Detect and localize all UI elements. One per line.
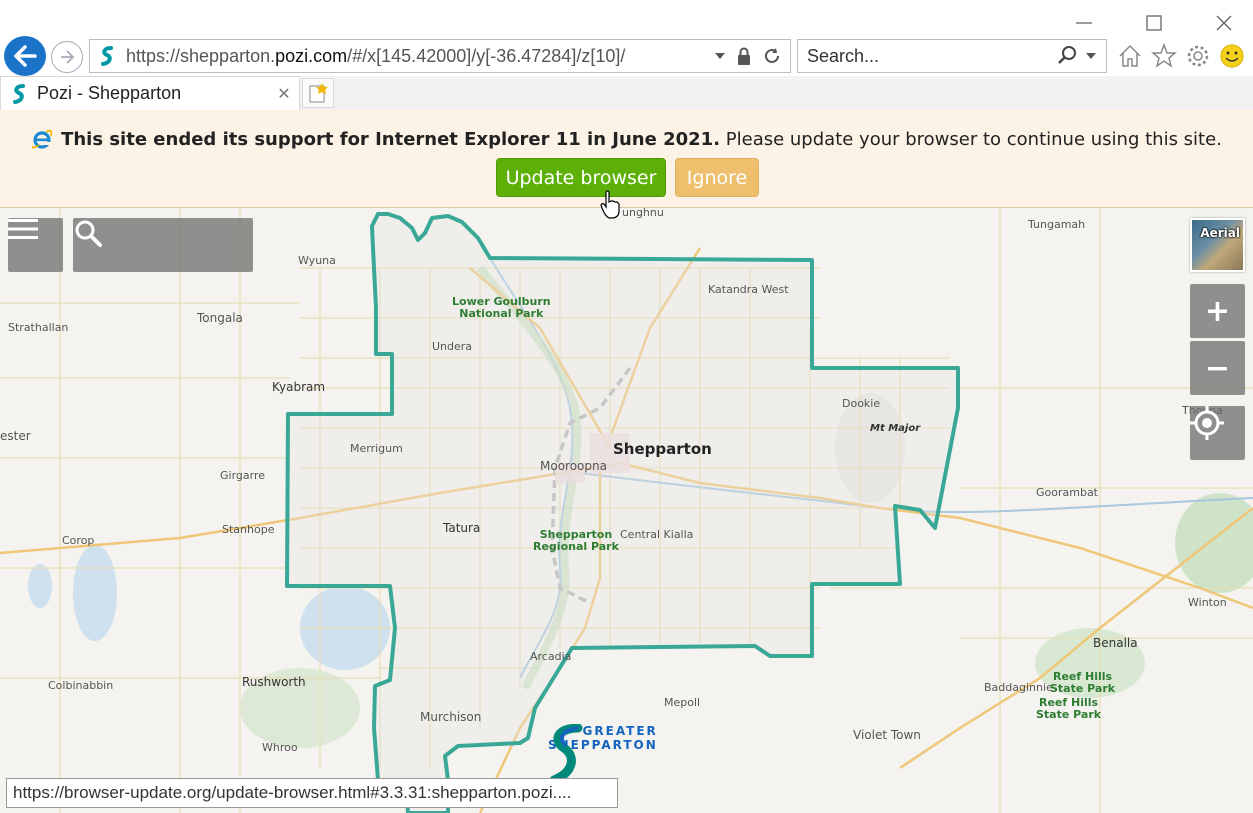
map-label-kyabram: Kyabram <box>272 380 326 394</box>
tab-close-icon[interactable]: ✕ <box>273 84 295 103</box>
close-window-icon[interactable] <box>1213 12 1235 34</box>
forest-east <box>1175 493 1253 593</box>
map-view[interactable]: Tungamah unghnu Wyuna Katandra West Lowe… <box>0 208 1253 813</box>
map-label-tongala: Tongala <box>197 311 243 325</box>
map-label-dookie: Dookie <box>842 397 881 410</box>
map-label-reef-hills-1: Reef Hills State Park <box>1050 671 1115 695</box>
zoom-in-button[interactable]: + <box>1190 284 1245 338</box>
browser-update-banner: This site ended its support for Internet… <box>0 110 1253 208</box>
map-label-undera: Undera <box>432 340 473 353</box>
hamburger-menu-icon <box>8 219 38 239</box>
map-label-shepparton-regional-park: Shepparton Regional Park <box>533 529 619 553</box>
forward-button[interactable] <box>51 41 83 73</box>
small-lake <box>28 564 52 608</box>
url-domain: pozi.com <box>275 45 348 66</box>
browser-search-box[interactable] <box>797 39 1107 73</box>
refresh-icon[interactable] <box>762 46 782 66</box>
map-label-strathallan: Strathallan <box>8 321 69 334</box>
new-tab-icon <box>309 83 328 103</box>
map-label-benalla: Benalla <box>1093 636 1138 650</box>
back-arrow-icon <box>14 45 37 67</box>
new-tab-button[interactable] <box>302 78 334 108</box>
search-input[interactable] <box>807 45 1056 67</box>
address-bar[interactable]: https://shepparton.pozi.com/#/x[145.4200… <box>89 39 791 73</box>
toolbar-icons <box>1116 40 1246 72</box>
locate-me-button[interactable] <box>1190 406 1245 460</box>
map-label-reef-hills-2: Reef Hills State Park <box>1036 697 1101 721</box>
url-dropdown-icon[interactable] <box>714 51 726 61</box>
map-label-girgarre: Girgarre <box>220 469 266 482</box>
home-icon[interactable] <box>1116 40 1144 72</box>
maximize-icon[interactable] <box>1143 12 1165 34</box>
map-label-arcadia: Arcadia <box>530 650 572 663</box>
park-name-line2: Regional Park <box>533 540 619 553</box>
banner-bold-text: This site ended its support for Internet… <box>61 128 721 150</box>
map-label-tungamah: Tungamah <box>1028 218 1086 231</box>
map-label-colbinabbin: Colbinabbin <box>48 679 114 692</box>
map-label-wyuna: Wyuna <box>298 254 336 267</box>
navigation-bar: https://shepparton.pozi.com/#/x[145.4200… <box>0 36 1253 76</box>
status-bar-link-preview: https://browser-update.org/update-browse… <box>6 778 618 808</box>
aerial-layer-toggle[interactable]: Aerial <box>1190 218 1245 272</box>
lake-cooper <box>73 545 117 641</box>
window-controls <box>1073 8 1235 38</box>
logo-line1: GREATER <box>582 724 658 738</box>
map-menu-button[interactable] <box>8 218 63 272</box>
banner-text: Please update your browser to continue u… <box>725 128 1222 150</box>
banner-message: This site ended its support for Internet… <box>0 128 1253 150</box>
map-label-stanhope: Stanhope <box>222 523 275 536</box>
tab-title: Pozi - Shepparton <box>37 83 182 103</box>
url-prefix: https://shepparton. <box>126 45 276 66</box>
park-name-line2: National Park <box>459 307 544 320</box>
park-name-line2: State Park <box>1036 708 1102 721</box>
map-canvas <box>0 208 1253 813</box>
map-label-mepoll: Mepoll <box>664 696 701 709</box>
minimize-icon[interactable] <box>1073 12 1095 34</box>
park-name-line2: State Park <box>1050 682 1116 695</box>
map-label-lower-goulburn: Lower Goulburn National Park <box>452 296 551 320</box>
map-label-merrigum: Merrigum <box>350 442 403 455</box>
url-suffix: /#/x[145.42000]/y[-36.47284]/z[10]/ <box>347 45 626 66</box>
map-label-violet-town: Violet Town <box>853 728 921 742</box>
map-label-central-kialla: Central Kialla <box>620 528 694 541</box>
map-label-shepparton: Shepparton <box>613 440 712 458</box>
search-dropdown-icon[interactable] <box>1084 51 1098 61</box>
ie-logo-icon <box>31 129 53 149</box>
map-search-button[interactable] <box>73 218 253 272</box>
search-icon[interactable] <box>1056 45 1078 67</box>
lock-icon[interactable] <box>736 46 752 66</box>
map-label-murchison: Murchison <box>420 710 482 724</box>
url-text[interactable]: https://shepparton.pozi.com/#/x[145.4200… <box>126 46 714 67</box>
tab-favicon-icon <box>11 83 29 105</box>
site-favicon-icon <box>98 45 116 67</box>
map-label-baddaginnie: Baddaginnie <box>984 681 1053 694</box>
favorites-star-icon[interactable] <box>1150 40 1178 72</box>
ignore-button[interactable]: Ignore <box>675 158 759 197</box>
forward-arrow-icon <box>61 50 75 64</box>
map-label-mt-major: Mt Major <box>870 423 921 434</box>
crosshair-locate-icon <box>1190 406 1224 440</box>
map-label-tatura: Tatura <box>443 521 481 535</box>
feedback-smiley-icon[interactable] <box>1218 40 1246 72</box>
back-button[interactable] <box>4 36 46 76</box>
map-label-winton: Winton <box>1188 596 1227 609</box>
map-label-corop: Corop <box>62 534 95 547</box>
map-label-rushworth: Rushworth <box>242 675 306 689</box>
map-label-tunghnu: unghnu <box>622 208 664 219</box>
update-browser-button[interactable]: Update browser <box>496 158 666 197</box>
tab-bar: Pozi - Shepparton ✕ <box>0 76 1253 110</box>
greater-shepparton-logo: GREATER SHEPPARTON <box>548 724 658 784</box>
map-label-mooroopna: Mooroopna <box>540 459 607 473</box>
map-label-whroo: Whroo <box>262 741 298 754</box>
aerial-label: Aerial <box>1200 226 1240 240</box>
settings-gear-icon[interactable] <box>1184 40 1212 72</box>
tab-pozi-shepparton[interactable]: Pozi - Shepparton ✕ <box>0 76 300 110</box>
zoom-out-button[interactable]: − <box>1190 341 1245 395</box>
hand-cursor-icon <box>600 190 620 219</box>
map-search-icon <box>75 220 102 247</box>
map-label-katandra-west: Katandra West <box>708 283 789 296</box>
shepparton-logo-icon <box>549 724 583 784</box>
map-label-ester: ester <box>0 429 31 443</box>
map-label-goorambat: Goorambat <box>1036 486 1098 499</box>
